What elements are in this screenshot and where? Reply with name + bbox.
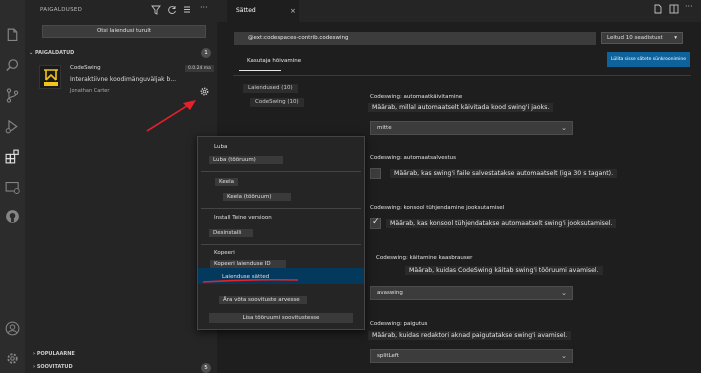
menu-separator (201, 208, 361, 209)
chevron-down-icon: ⌄ (561, 352, 567, 360)
check-icon: ✓ (372, 217, 380, 227)
settings-sync-button[interactable]: Lülita sisse sätete sünkroonimine (607, 52, 690, 67)
extensions-search-input[interactable]: Otsi laiendusi turult (42, 25, 206, 38)
filter-icon[interactable] (151, 5, 161, 15)
tab-user-settings[interactable]: Kasutaja hõivamine (247, 58, 301, 64)
menu-separator (201, 171, 361, 172)
clear-extensions-icon[interactable] (182, 5, 192, 15)
popular-section-header[interactable]: › POPULAARNE (33, 351, 75, 357)
layout-select[interactable]: splitLeft ⌄ (370, 349, 573, 363)
more-actions-icon[interactable]: ··· (685, 2, 693, 11)
menu-item-copy[interactable]: Kopeeri (214, 250, 235, 256)
chevron-down-icon: ⌄ (561, 124, 567, 132)
setting-description: Määrab, kas konsool tühjendatakse automa… (386, 219, 617, 228)
extension-version: 0.0.24 ma (185, 65, 214, 72)
extension-context-menu: Luba Luba (tööruum) Keela Keela (tööruum… (197, 136, 365, 330)
installed-count-badge: 1 (201, 48, 211, 58)
github-icon[interactable] (4, 208, 21, 225)
setting-title: Codeswing: konsool tühjendamine jooksuta… (370, 205, 505, 211)
remote-explorer-icon[interactable] (4, 179, 21, 196)
menu-item-enable-workspace[interactable]: Luba (tööruum) (209, 156, 283, 164)
setting-title: Codeswing: paigutus (370, 321, 428, 327)
setting-title: Codeswing: automaatsalvestus (370, 155, 456, 161)
toc-item-codeswing[interactable]: CodeSwing (10) (250, 98, 304, 107)
extension-description: Interaktiivne koodimänguväljak b... (70, 76, 177, 83)
account-icon[interactable] (4, 320, 21, 337)
editor-tab-bar: Sätted × ··· (217, 0, 701, 22)
search-icon[interactable] (4, 57, 21, 74)
sidebar-title: PAIGALDUSED (40, 7, 83, 13)
menu-item-enable[interactable]: Luba (214, 144, 227, 150)
activity-bar (0, 0, 25, 373)
installed-header-label: PAIGALDATUD (34, 50, 75, 56)
split-editor-icon[interactable] (669, 4, 679, 16)
more-actions-icon[interactable]: ··· (200, 3, 208, 13)
codeswing-logo-icon (39, 65, 61, 89)
toc-item-extensions[interactable]: Laiendused (10) (243, 84, 298, 93)
recommended-section-header[interactable]: › SOOVITATUD (33, 364, 73, 370)
popular-header-label: POPULAARNE (36, 351, 75, 357)
run-debug-icon[interactable] (4, 118, 21, 135)
setting-description: Määrab, kuidas CodeSwing käitab swing'i … (405, 266, 603, 275)
launch-behavior-select[interactable]: avaswing ⌄ (370, 286, 573, 300)
recommended-count-badge: 5 (201, 363, 211, 373)
menu-item-copy-extension-id[interactable]: Kopeeri laienduse ID (210, 260, 286, 268)
menu-separator (201, 244, 361, 245)
menu-item-ignore-recommendation[interactable]: Ära võta soovituste arvesse (219, 296, 307, 304)
auto-run-select[interactable]: mitte ⌄ (370, 121, 573, 135)
setting-title: Codeswing: automaatkäivitamine (370, 94, 463, 100)
tab-settings-label: Sätted (236, 7, 256, 14)
divider (233, 75, 691, 76)
close-icon[interactable]: × (290, 0, 296, 22)
select-value: splitLeft (377, 353, 399, 359)
tab-active-indicator (239, 70, 281, 71)
select-value: avaswing (377, 290, 403, 296)
menu-item-disable-workspace[interactable]: Keela (tööruum) (223, 193, 291, 201)
extension-name: CodeSwing (70, 65, 101, 71)
source-control-icon[interactable] (4, 87, 21, 104)
auto-save-checkbox[interactable] (370, 168, 381, 179)
filter-dropdown-icon[interactable]: ▾ (674, 33, 677, 43)
extension-publisher: Jonathan Carter (70, 88, 110, 94)
recommended-header-label: SOOVITATUD (36, 364, 73, 370)
menu-item-extension-settings[interactable]: Laienduse sätted (222, 274, 269, 280)
menu-item-add-workspace-recommendation[interactable]: Lisa tööruumi soovitustesse (209, 313, 353, 323)
extensions-icon[interactable] (4, 148, 21, 165)
setting-description: Määrab, kas swing'i faile salvestatakse … (390, 169, 618, 178)
manage-gear-icon[interactable] (199, 86, 210, 97)
files-icon[interactable] (4, 27, 21, 44)
settings-search-input[interactable]: @ext:codespaces-contrib.codeswing (234, 32, 596, 45)
menu-item-install-another-version[interactable]: Install Teine versioon (214, 215, 272, 221)
found-count-label: Leitud 10 seadistust (607, 35, 663, 41)
menu-item-disable[interactable]: Keela (215, 178, 238, 186)
menu-item-uninstall[interactable]: Desinstalli (209, 229, 253, 237)
open-settings-json-icon[interactable] (653, 4, 663, 16)
settings-found-count: Leitud 10 seadistust ▾ (601, 32, 683, 44)
settings-gear-icon[interactable] (4, 350, 21, 367)
setting-description: Määrab, millal automaatselt käivitada ko… (368, 103, 554, 112)
select-value: mitte (377, 125, 392, 131)
clear-console-checkbox[interactable]: ✓ (370, 217, 381, 229)
chevron-down-icon: ⌄ (561, 289, 567, 297)
setting-description: Määrab, kuidas redaktori aknad paigutata… (368, 331, 572, 340)
installed-section-header[interactable]: ⌄ PAIGALDATUD (29, 48, 74, 58)
extensions-sidebar: PAIGALDUSED ··· Otsi laiendusi turult ⌄ … (25, 0, 217, 373)
setting-title: Codeswing: käitamine kaasbrauser (376, 255, 473, 261)
tab-settings[interactable]: Sätted × (227, 0, 299, 22)
refresh-icon[interactable] (167, 5, 177, 15)
